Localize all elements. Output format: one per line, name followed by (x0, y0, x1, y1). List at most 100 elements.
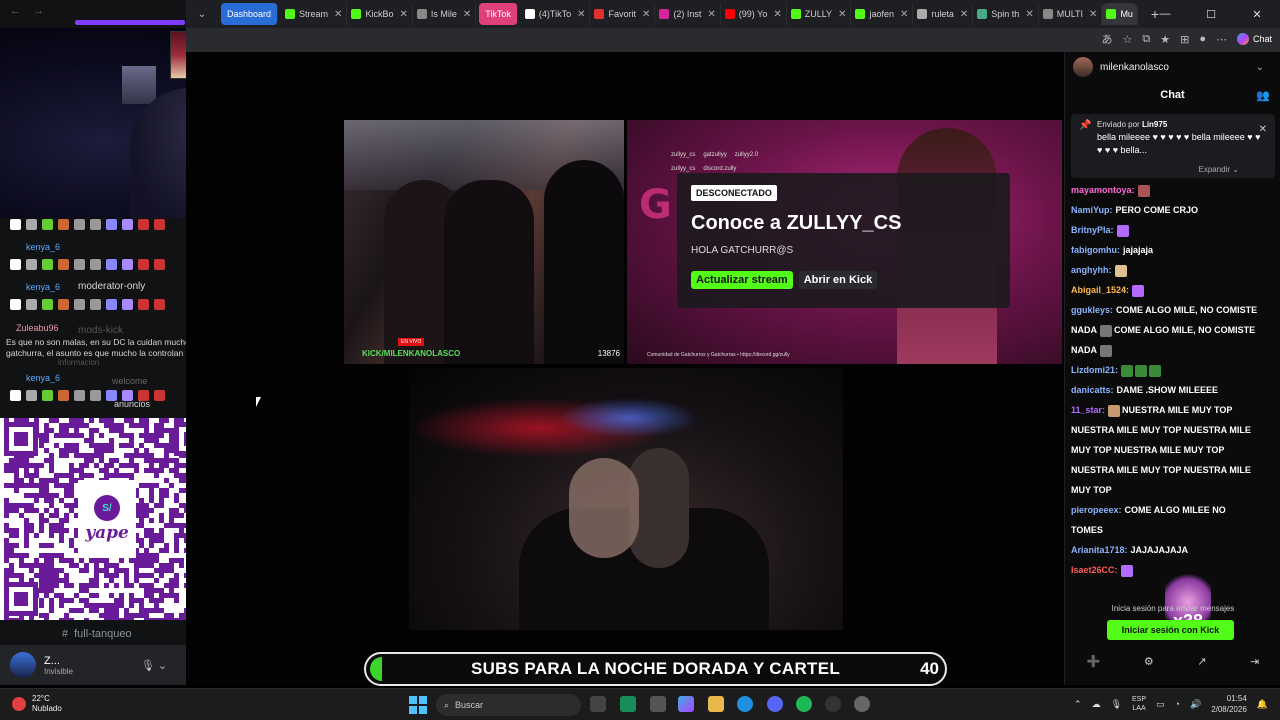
close-tab-icon[interactable]: ✕ (642, 9, 650, 20)
monitor-icon[interactable]: ▭ (1156, 699, 1165, 710)
refresh-stream-button[interactable]: Actualizar stream (691, 271, 793, 289)
chat-username[interactable]: NamiYup: (1071, 205, 1113, 215)
browser-tab[interactable]: jaofen ✕ (851, 3, 914, 25)
close-icon[interactable]: ✕ (1259, 124, 1267, 135)
channel-moderator-only[interactable]: moderator-only (78, 281, 145, 292)
close-tab-icon[interactable]: ✕ (1025, 9, 1033, 20)
browser-tab[interactable]: Is Mile ✕ (413, 3, 477, 25)
browser-tab[interactable]: ZULLY ✕ (787, 3, 852, 25)
browser-tab[interactable]: Stream ✕ (281, 3, 348, 25)
browser-tab[interactable]: Favorit ✕ (590, 3, 656, 25)
chat-username[interactable]: pieropeeex: (1071, 505, 1122, 515)
browser-tab[interactable]: Mu (1102, 3, 1138, 25)
close-tab-icon[interactable]: ✕ (399, 9, 407, 20)
extensions-icon[interactable]: ⧉ (1142, 33, 1150, 46)
close-tab-icon[interactable]: ✕ (577, 9, 585, 20)
nav-arrows[interactable]: ← → (10, 5, 44, 17)
stream-video-left[interactable]: EN VIVO KICK/MILENKANOLASCO 13876 (344, 120, 624, 364)
chat-username[interactable]: BritnyPla: (1071, 225, 1114, 235)
notifications-icon[interactable]: 🔔 (1257, 699, 1268, 710)
chat-username[interactable]: NADA (1071, 345, 1097, 355)
close-tab-icon[interactable]: ✕ (960, 9, 968, 20)
open-in-kick-button[interactable]: Abrir en Kick (798, 271, 878, 289)
stream-video-bottom[interactable] (409, 368, 843, 630)
tab-list-dropdown-icon[interactable]: ⌄ (190, 3, 214, 25)
forward-icon[interactable]: → (33, 5, 44, 17)
favorites-icon[interactable]: ★ (1160, 33, 1170, 46)
onedrive-icon[interactable]: ☁ (1092, 699, 1101, 710)
close-tab-icon[interactable]: ✕ (1089, 9, 1097, 20)
mic-icon[interactable]: 🎙 (1111, 699, 1122, 710)
close-tab-icon[interactable]: ✕ (900, 9, 908, 20)
users-icon[interactable]: 👥 (1256, 89, 1270, 102)
browser-tab[interactable]: KickBo ✕ (347, 3, 413, 25)
back-icon[interactable]: ← (10, 5, 21, 17)
microphone-icon[interactable]: 🎙 ⌄ (141, 659, 167, 672)
gear-icon[interactable]: ⚙ (1144, 655, 1154, 668)
language-indicator[interactable]: ESP LAA (1132, 695, 1146, 713)
chat-username[interactable]: Lizdomi21: (1071, 365, 1118, 375)
add-user-icon[interactable]: ➕ (1087, 655, 1101, 668)
profile-icon[interactable]: ● (1199, 33, 1206, 45)
browser-tab[interactable]: Spin th ✕ (973, 3, 1039, 25)
weather-widget[interactable]: 22°C Nublado (12, 694, 62, 714)
close-tab-icon[interactable]: ✕ (838, 9, 846, 20)
maximize-icon[interactable]: ☐ (1188, 0, 1234, 28)
exit-icon[interactable]: ⇥ (1250, 655, 1259, 668)
more-icon[interactable]: ⋯ (1216, 33, 1227, 46)
chevron-down-icon[interactable]: ⌄ (1256, 62, 1264, 73)
task-view-icon[interactable] (590, 696, 606, 712)
close-tab-icon[interactable]: ✕ (707, 9, 715, 20)
browser-tab[interactable]: (99) Yo ✕ (721, 3, 787, 25)
folder-icon[interactable] (708, 696, 724, 712)
channel-welcome[interactable]: welcome (112, 376, 148, 386)
login-with-kick-button[interactable]: Iniciar sesión con Kick (1107, 620, 1234, 640)
copilot-chat-button[interactable]: Chat (1236, 33, 1272, 45)
browser-tab[interactable]: TikTok (479, 3, 518, 25)
close-icon[interactable]: ✕ (1234, 0, 1280, 28)
star-icon[interactable]: ☆ (1123, 33, 1133, 46)
channel-mods-kick[interactable]: mods-kick (78, 325, 123, 336)
channel-informacion[interactable]: informacion (58, 358, 99, 367)
clock[interactable]: 01:54 2/08/2026 (1211, 693, 1247, 715)
minimize-icon[interactable]: — (1142, 0, 1188, 28)
edge-icon[interactable] (737, 696, 753, 712)
taskbar-search[interactable]: ⌕ Buscar (436, 694, 581, 716)
browser-tab[interactable]: (2) Inst ✕ (655, 3, 721, 25)
chat-username[interactable]: Arianita1718: (1071, 545, 1128, 555)
chat-username[interactable]: danicatts: (1071, 385, 1114, 395)
start-button[interactable] (409, 696, 427, 714)
expand-button[interactable]: Expandir ⌄ (1198, 165, 1239, 174)
copilot-icon[interactable] (678, 696, 694, 712)
popout-icon[interactable]: ↗ (1197, 655, 1206, 668)
close-tab-icon[interactable]: ✕ (773, 9, 781, 20)
close-tab-icon[interactable]: ✕ (463, 9, 471, 20)
channel-full-tanqueo[interactable]: # full-tanqueo (62, 628, 138, 640)
browser-tab[interactable]: MULTI ✕ (1039, 3, 1103, 25)
volume-icon[interactable]: 🔊 (1190, 699, 1201, 710)
user-panel[interactable]: Z... Invisible 🎙 ⌄ (0, 645, 186, 685)
translate-icon[interactable]: あ (1102, 31, 1113, 47)
obs-icon[interactable] (825, 696, 841, 712)
close-tab-icon[interactable]: ✕ (334, 9, 342, 20)
chat-username[interactable]: fabigomhu: (1071, 245, 1120, 255)
chat-username[interactable]: 11_star: (1071, 405, 1105, 415)
chat-username[interactable]: Isaet26CC: (1071, 565, 1118, 575)
wifi-icon[interactable]: ◔ (1175, 699, 1180, 709)
channel-anuncios[interactable]: anuncios (114, 399, 150, 409)
app-icon[interactable] (854, 696, 870, 712)
store-icon[interactable] (650, 696, 666, 712)
avatar[interactable] (10, 652, 36, 678)
spotify-icon[interactable] (796, 696, 812, 712)
chat-channel-header[interactable]: milenkanolasco ⌄ (1065, 52, 1280, 82)
chat-username[interactable]: mayamontoya: (1071, 185, 1135, 195)
chat-username[interactable]: Abigail_1524: (1071, 285, 1129, 295)
chevron-up-icon[interactable]: ⌃ (1074, 699, 1082, 710)
chat-username[interactable]: anghyhh: (1071, 265, 1112, 275)
browser-tab[interactable]: ruleta ✕ (913, 3, 974, 25)
collections-icon[interactable]: ⊞ (1180, 33, 1189, 46)
chat-username[interactable]: NADA (1071, 325, 1097, 335)
chat-username[interactable]: ggukleys: (1071, 305, 1113, 315)
discord-icon[interactable] (767, 696, 783, 712)
browser-tab[interactable]: (4)TikTo ✕ (521, 3, 591, 25)
